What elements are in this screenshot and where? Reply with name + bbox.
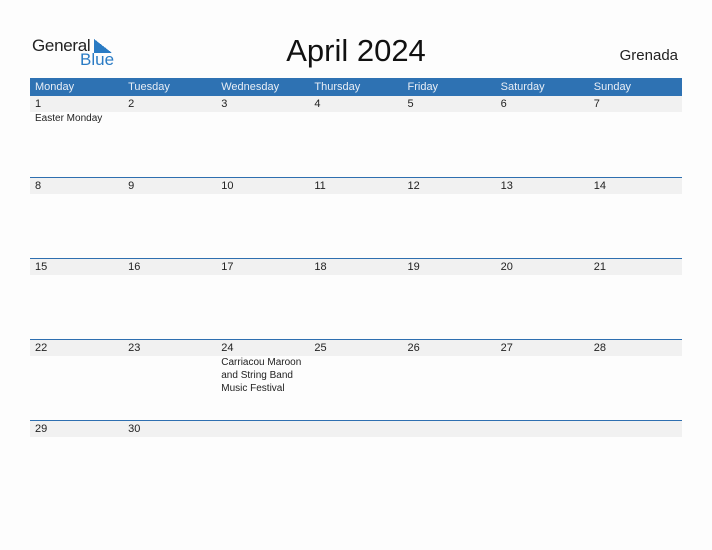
day-cell: 13	[496, 178, 589, 194]
week-cells: 8 9 10 11 12 13 14	[30, 178, 682, 194]
day-cell: 28	[589, 340, 682, 395]
day-cell: 3	[216, 96, 309, 125]
week-cells: 22 23 24 Carriacou Maroon and String Band M…	[30, 340, 682, 395]
day-number: 27	[500, 342, 513, 354]
day-cell: 7	[589, 96, 682, 125]
day-cell: 20	[496, 259, 589, 275]
day-number: 23	[128, 342, 141, 354]
day-number: 24	[221, 342, 234, 354]
day-cell: 29	[30, 421, 123, 437]
day-number: 12	[407, 180, 420, 192]
week-row: 15 16 17 18 19 20 21	[30, 258, 682, 339]
day-cell: 17	[216, 259, 309, 275]
week-row: 1 Easter Monday 2 3 4 5 6 7	[30, 96, 682, 177]
day-cell: 10	[216, 178, 309, 194]
day-cell: 11	[309, 178, 402, 194]
day-number: 29	[35, 423, 48, 435]
day-number: 16	[128, 261, 141, 273]
weekday-wednesday: Wednesday	[221, 81, 280, 93]
day-number: 26	[407, 342, 420, 354]
day-cell: 24 Carriacou Maroon and String Band Music…	[216, 340, 309, 395]
week-row: 29 30	[30, 420, 682, 501]
calendar-grid: Monday Tuesday Wednesday Thursday Friday…	[30, 78, 682, 501]
day-number	[314, 421, 402, 437]
day-number: 28	[593, 342, 606, 354]
week-cells: 1 Easter Monday 2 3 4 5 6 7	[30, 96, 682, 125]
day-cell: 1 Easter Monday	[30, 96, 123, 125]
day-cell: 12	[403, 178, 496, 194]
day-number: 13	[500, 180, 513, 192]
weekday-header: Monday Tuesday Wednesday Thursday Friday…	[30, 78, 682, 96]
day-cell: 30	[123, 421, 216, 437]
day-cell: 14	[589, 178, 682, 194]
day-number: 22	[35, 342, 48, 354]
day-number: 11	[314, 180, 326, 192]
holiday-event: Carriacou Maroon and String Band Music F…	[221, 357, 302, 394]
day-cell: 19	[403, 259, 496, 275]
day-cell: 27	[496, 340, 589, 395]
weekday-tuesday: Tuesday	[128, 81, 170, 93]
week-row: 8 9 10 11 12 13 14	[30, 177, 682, 258]
day-cell: 9	[123, 178, 216, 194]
week-row: 22 23 24 Carriacou Maroon and String Band M…	[30, 339, 682, 420]
day-cell	[589, 421, 682, 437]
day-cell: 6	[496, 96, 589, 125]
day-cell	[403, 421, 496, 437]
day-cell: 23	[123, 340, 216, 395]
day-number: 18	[314, 261, 327, 273]
day-number: 6	[500, 98, 507, 110]
day-cell: 22	[30, 340, 123, 395]
day-cell: 16	[123, 259, 216, 275]
day-cell: 8	[30, 178, 123, 194]
day-number: 19	[407, 261, 420, 273]
day-number: 21	[593, 261, 606, 273]
day-number: 25	[314, 342, 327, 354]
day-number	[221, 421, 309, 437]
day-number: 9	[128, 180, 135, 192]
day-cell: 15	[30, 259, 123, 275]
day-number	[408, 421, 496, 437]
day-number: 14	[593, 180, 606, 192]
weekday-sunday: Sunday	[593, 81, 632, 93]
week-cells: 15 16 17 18 19 20 21	[30, 259, 682, 275]
day-number: 8	[35, 180, 42, 192]
day-number	[594, 421, 682, 437]
day-number: 7	[593, 98, 600, 110]
day-cell	[309, 421, 402, 437]
day-number: 1	[35, 98, 42, 110]
day-cell	[496, 421, 589, 437]
page-title: April 2024	[286, 33, 426, 68]
day-number	[501, 421, 589, 437]
day-number: 3	[221, 98, 228, 110]
weekday-friday: Friday	[407, 81, 439, 93]
holiday-event: Easter Monday	[35, 113, 103, 124]
day-cell: 18	[309, 259, 402, 275]
day-number: 17	[221, 261, 234, 273]
day-cell: 5	[403, 96, 496, 125]
day-number: 30	[128, 423, 141, 435]
day-cell: 2	[123, 96, 216, 125]
weeks-container: 1 Easter Monday 2 3 4 5 6 7 8 9 10 11 12 13 14 15 16 17 18…	[30, 96, 682, 501]
day-cell	[216, 421, 309, 437]
day-number: 20	[500, 261, 513, 273]
day-cell: 25	[309, 340, 402, 395]
day-number: 15	[35, 261, 48, 273]
weekday-monday: Monday	[35, 81, 75, 93]
country-label: Grenada	[619, 47, 678, 64]
weekday-thursday: Thursday	[314, 81, 361, 93]
day-number: 5	[407, 98, 414, 110]
day-number: 2	[128, 98, 135, 110]
day-number: 4	[314, 98, 321, 110]
weekday-saturday: Saturday	[500, 81, 545, 93]
day-number: 10	[221, 180, 234, 192]
day-cell: 21	[589, 259, 682, 275]
day-cell: 26	[403, 340, 496, 395]
week-cells: 29 30	[30, 421, 682, 437]
day-cell: 4	[309, 96, 402, 125]
